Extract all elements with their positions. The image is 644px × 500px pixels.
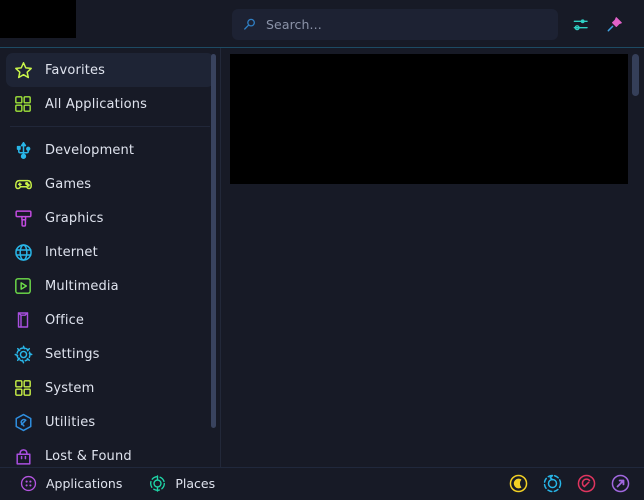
book-icon bbox=[12, 309, 34, 331]
tab-label: Places bbox=[175, 476, 216, 491]
bottom-tabs: Applications Places bbox=[11, 471, 223, 496]
restart-icon[interactable] bbox=[542, 473, 563, 494]
paintbrush-icon bbox=[12, 207, 34, 229]
suspend-icon[interactable] bbox=[508, 473, 529, 494]
sidebar-item-settings[interactable]: Settings bbox=[6, 337, 214, 371]
search-icon bbox=[242, 17, 257, 32]
sidebar-item-label: Games bbox=[45, 176, 92, 192]
sidebar-item-office[interactable]: Office bbox=[6, 303, 214, 337]
sidebar-item-internet[interactable]: Internet bbox=[6, 235, 214, 269]
sidebar-item-label: Favorites bbox=[45, 62, 106, 78]
sidebar-item-all-applications[interactable]: All Applications bbox=[6, 87, 214, 121]
sidebar-item-games[interactable]: Games bbox=[6, 167, 214, 201]
grid-icon bbox=[12, 377, 34, 399]
usb-icon bbox=[12, 139, 34, 161]
sidebar-item-favorites[interactable]: Favorites bbox=[6, 53, 214, 87]
tab-places[interactable]: Places bbox=[140, 471, 223, 496]
main-scrollbar-thumb[interactable] bbox=[632, 54, 639, 96]
gear-icon bbox=[12, 343, 34, 365]
bag-icon bbox=[12, 445, 34, 467]
main-scrollbar[interactable] bbox=[632, 54, 639, 461]
tab-label: Applications bbox=[46, 476, 123, 491]
sidebar-item-label: Lost & Found bbox=[45, 448, 132, 464]
user-avatar-redacted bbox=[0, 0, 76, 38]
sidebar-separator bbox=[10, 126, 210, 127]
body-area: Favorites All Applications Development Game… bbox=[0, 48, 644, 467]
bottombar-divider bbox=[0, 467, 644, 468]
sidebar-item-development[interactable]: Development bbox=[6, 133, 214, 167]
sidebar-item-label: System bbox=[45, 380, 95, 396]
sidebar-item-label: Settings bbox=[45, 346, 100, 362]
globe-icon bbox=[12, 241, 34, 263]
play-icon bbox=[12, 275, 34, 297]
sidebar-item-label: Utilities bbox=[45, 414, 96, 430]
sidebar-item-utilities[interactable]: Utilities bbox=[6, 405, 214, 439]
search-wrap: Search... bbox=[232, 0, 644, 48]
sidebar-scrollbar-thumb[interactable] bbox=[211, 54, 216, 428]
sidebar-item-label: All Applications bbox=[45, 96, 148, 112]
search-placeholder: Search... bbox=[266, 16, 322, 32]
sidebar-item-system[interactable]: System bbox=[6, 371, 214, 405]
sidebar-item-lost-found[interactable]: Lost & Found bbox=[6, 439, 214, 467]
sidebar-scrollbar[interactable] bbox=[211, 54, 216, 453]
pin-icon[interactable] bbox=[605, 15, 624, 34]
power-actions bbox=[508, 473, 633, 494]
gamepad-icon bbox=[12, 173, 34, 195]
configure-icon[interactable] bbox=[572, 15, 591, 34]
user-area[interactable] bbox=[0, 0, 120, 48]
logout-icon[interactable] bbox=[610, 473, 631, 494]
grid-icon bbox=[12, 93, 34, 115]
sidebar-item-label: Multimedia bbox=[45, 278, 119, 294]
sidebar: Favorites All Applications Development Game… bbox=[0, 48, 220, 467]
topbar-actions bbox=[558, 15, 636, 34]
bottombar: Applications Places bbox=[0, 467, 644, 500]
topbar: Search... bbox=[0, 0, 644, 48]
application-launcher-window: Search... Favorites All Applications Dev… bbox=[0, 0, 644, 500]
wrench-icon bbox=[12, 411, 34, 433]
sidebar-item-label: Office bbox=[45, 312, 85, 328]
app-list-redacted bbox=[230, 54, 628, 184]
sidebar-item-label: Development bbox=[45, 142, 135, 158]
star-icon bbox=[12, 59, 34, 81]
applications-icon bbox=[19, 474, 38, 493]
sidebar-item-graphics[interactable]: Graphics bbox=[6, 201, 214, 235]
search-input[interactable]: Search... bbox=[232, 8, 558, 40]
shutdown-icon[interactable] bbox=[576, 473, 597, 494]
category-list: Favorites All Applications Development Game… bbox=[0, 53, 220, 467]
sidebar-item-label: Internet bbox=[45, 244, 98, 260]
main-content bbox=[221, 48, 644, 467]
places-icon bbox=[148, 474, 167, 493]
tab-applications[interactable]: Applications bbox=[11, 471, 130, 496]
sidebar-item-multimedia[interactable]: Multimedia bbox=[6, 269, 214, 303]
sidebar-item-label: Graphics bbox=[45, 210, 104, 226]
